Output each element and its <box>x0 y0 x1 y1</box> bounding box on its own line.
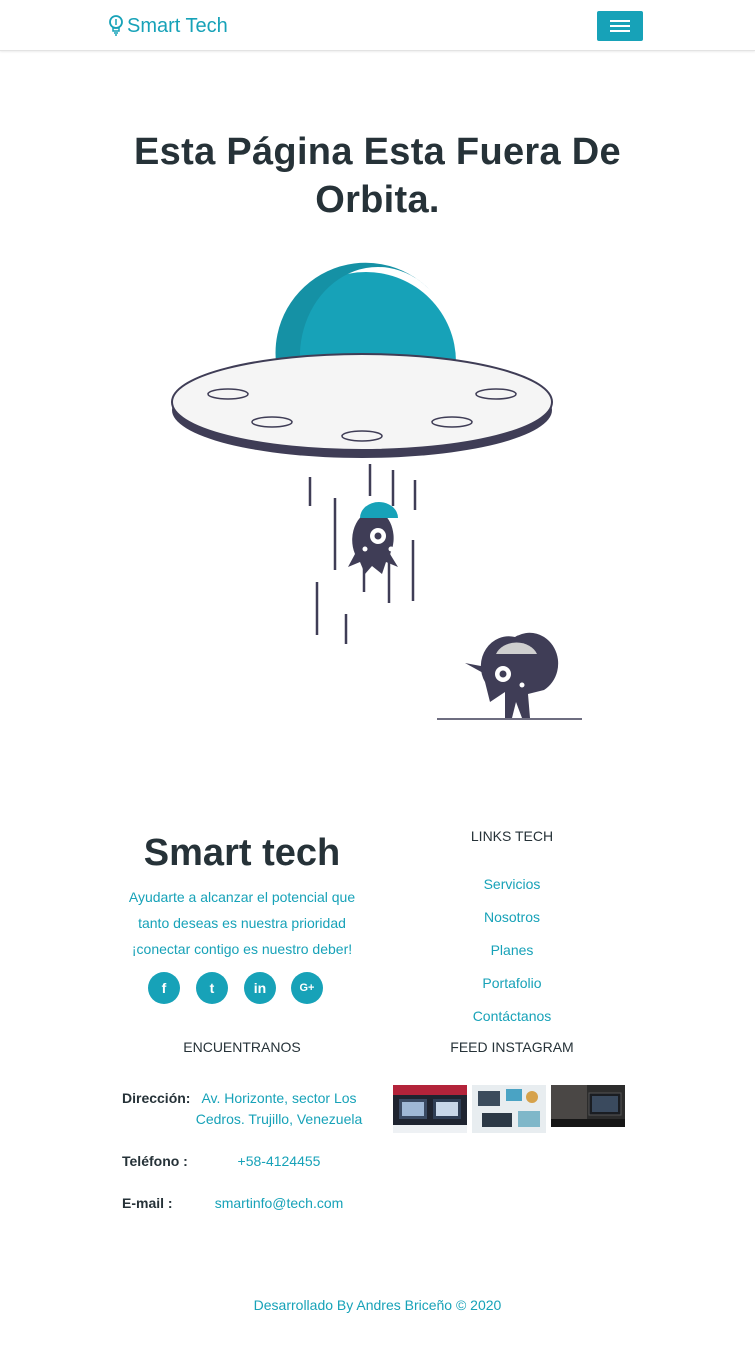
hamburger-icon <box>610 20 630 22</box>
footer-link-portafolio[interactable]: Portafolio <box>412 975 612 991</box>
footer-link-servicios[interactable]: Servicios <box>412 876 612 892</box>
instagram-thumb-3[interactable] <box>551 1085 625 1127</box>
lightbulb-icon <box>109 15 123 36</box>
email-label: E-mail : <box>122 1195 173 1211</box>
hamburger-icon-line <box>610 25 630 27</box>
twitter-icon[interactable]: t <box>196 972 228 1004</box>
address-value: Av. Horizonte, sector Los Cedros. Trujil… <box>195 1090 363 1127</box>
standing-creature <box>437 632 582 720</box>
footer-link-contactanos[interactable]: Contáctanos <box>412 1008 612 1024</box>
instagram-title: FEED INSTAGRAM <box>450 1039 574 1055</box>
footer-brand: Smart tech <box>143 832 341 874</box>
navbar: Smart Tech <box>0 0 755 51</box>
ufo-illustration <box>171 262 582 720</box>
address-label: Dirección: <box>122 1090 191 1106</box>
ufo-saucer <box>171 353 553 451</box>
phone-label: Teléfono : <box>122 1153 188 1169</box>
instagram-thumb-2[interactable] <box>472 1085 546 1133</box>
footer-description: Ayudarte a alcanzar el potencial que tan… <box>128 889 356 957</box>
contact-title: ENCUENTRANOS <box>183 1039 301 1055</box>
brand-logo[interactable]: Smart Tech <box>108 13 228 39</box>
floating-creature <box>348 502 398 574</box>
footer-link-nosotros[interactable]: Nosotros <box>412 909 612 925</box>
footer-link-planes[interactable]: Planes <box>412 942 612 958</box>
instagram-thumb-1[interactable] <box>393 1085 467 1133</box>
page-title: Esta Página Esta Fuera De Orbita. <box>134 131 621 221</box>
brand-name: Smart Tech <box>127 14 228 37</box>
email-value: smartinfo@tech.com <box>214 1195 344 1211</box>
facebook-icon[interactable]: f <box>148 972 180 1004</box>
footer-credit: Desarrollado By Andres Briceño © 2020 <box>253 1297 502 1313</box>
google-plus-icon[interactable]: G+ <box>291 972 323 1004</box>
navbar-toggle-button[interactable] <box>597 11 643 41</box>
linkedin-icon[interactable]: in <box>244 972 276 1004</box>
links-title: LINKS TECH <box>470 828 554 844</box>
phone-value: +58-4124455 <box>237 1153 321 1169</box>
hamburger-icon-line <box>610 30 630 32</box>
